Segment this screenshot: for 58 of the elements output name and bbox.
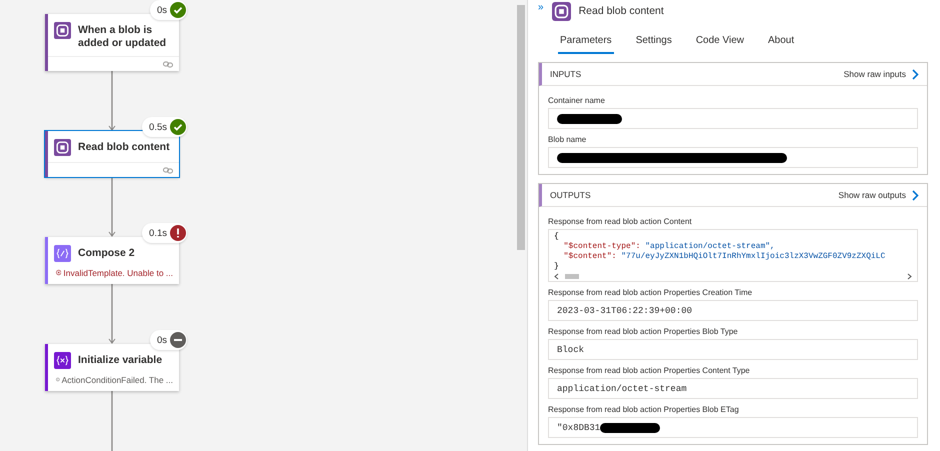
tab[interactable]: About [766,34,796,54]
code-line: "$content": "77u/eyJyZXN1bHQiOlt7InRhYmxlIjoic3lzX3VwZGF0ZV9zZXQiLC [562,252,886,262]
field-value: "0x8DB31 [557,422,600,432]
connector-arrow [108,71,116,131]
section-title: OUTPUTS [550,190,591,200]
error-icon [56,268,62,277]
redaction-mark [557,114,622,124]
code-line: } [554,262,560,272]
field-label: Blob name [548,135,588,144]
action-card[interactable]: Initialize variable ActionConditionFailed. The ... [45,344,179,391]
chevron-icon [912,68,919,80]
tab[interactable]: Parameters [558,34,614,54]
field-label: Response from read blob action Properties Creation Time [548,288,754,297]
field-value: 2023-03-31T06:22:39+00:00 [557,306,692,316]
duration-label: 0.1s [149,228,167,238]
action-title: Compose 2 [78,246,135,260]
scroll-right-icon[interactable] [907,273,912,280]
section-title: INPUTS [550,69,582,79]
panel-title: Read blob content [578,5,664,17]
status-message: ActionConditionFailed. The ... [62,375,173,385]
action-card[interactable]: Compose 2 InvalidTemplate. Unable to ... [45,237,179,284]
tab[interactable]: Code View [694,34,746,54]
duration-label: 0s [156,4,167,16]
duration-label: 0.5s [149,122,167,132]
variable-icon [54,352,71,369]
scrollbar-thumb[interactable] [517,5,526,250]
connector-arrow [108,284,116,344]
collapse-button[interactable]: » [538,2,544,13]
show-raw-link[interactable]: Show raw inputs [844,68,919,80]
duration-label: 0s [156,334,167,346]
scrollbar-thumb[interactable] [565,274,579,279]
field-value: application/octet-stream [557,384,687,394]
chevron-icon [912,190,919,200]
field-value: Block [557,344,584,354]
code-line: { [554,232,560,242]
tab[interactable]: Settings [634,34,674,54]
action-title: When a blob is added or updated [78,23,168,50]
field-label: Response from read blob action Properties Blob ETag [548,405,740,414]
link-icon [163,166,173,174]
action-card[interactable]: When a blob is added or updated [45,14,179,71]
field-label: Response from read blob action Properties Content Type [548,366,751,375]
field-label: Container name [548,96,606,105]
storage-icon [54,139,71,156]
braces-icon [54,245,71,262]
action-title: Read blob content [78,140,170,154]
storage-icon [54,22,71,39]
field-label: Response from read blob action Properties Blob Type [548,327,739,336]
code-line: "$content-type": "application/octet-stream", [562,242,776,252]
action-title: Initialize variable [78,353,162,367]
link-icon [163,60,173,68]
status-message: InvalidTemplate. Unable to ... [63,268,173,278]
connector-arrow [108,177,116,237]
info-icon [56,375,60,384]
action-card[interactable]: Read blob content [45,131,179,177]
redaction-mark [600,422,660,432]
scroll-left-icon[interactable] [554,273,559,280]
field-label: Response from read blob action Content [548,217,693,226]
show-raw-link[interactable]: Show raw outputs [838,190,919,200]
